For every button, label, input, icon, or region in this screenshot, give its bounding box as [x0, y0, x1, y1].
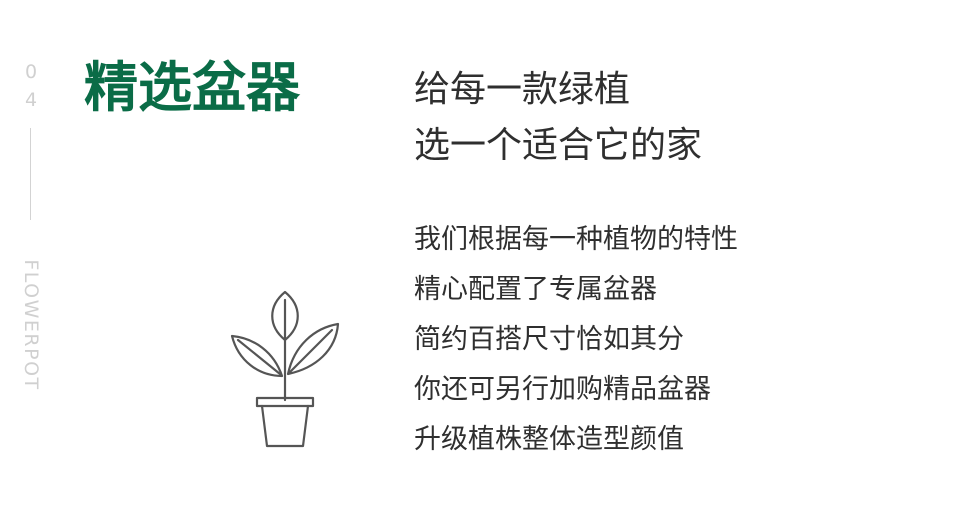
description-line: 升级植株整体造型颜值 [414, 424, 684, 455]
description-line: 我们根据每一种植物的特性 [414, 224, 738, 255]
description: 我们根据每一种植物的特性 精心配置了专属盆器 简约百搭尺寸恰如其分 你还可另行加… [414, 215, 738, 465]
section-number: 0 4 [20, 58, 42, 114]
tagline: 给每一款绿植 选一个适合它的家 [414, 62, 702, 174]
section-number-digit: 0 [24, 61, 38, 83]
description-line: 你还可另行加购精品盆器 [414, 374, 711, 405]
side-divider [30, 128, 31, 220]
tagline-line: 选一个适合它的家 [414, 125, 703, 166]
description-line: 简约百搭尺寸恰如其分 [414, 324, 684, 355]
description-line: 精心配置了专属盆器 [414, 274, 657, 305]
section-number-digit: 4 [24, 89, 38, 111]
page-title: 精选盆器 [84, 56, 300, 119]
side-vertical-label: FLOWERPOT [20, 259, 42, 391]
potted-plant-icon [230, 290, 340, 448]
tagline-line: 给每一款绿植 [414, 69, 631, 110]
